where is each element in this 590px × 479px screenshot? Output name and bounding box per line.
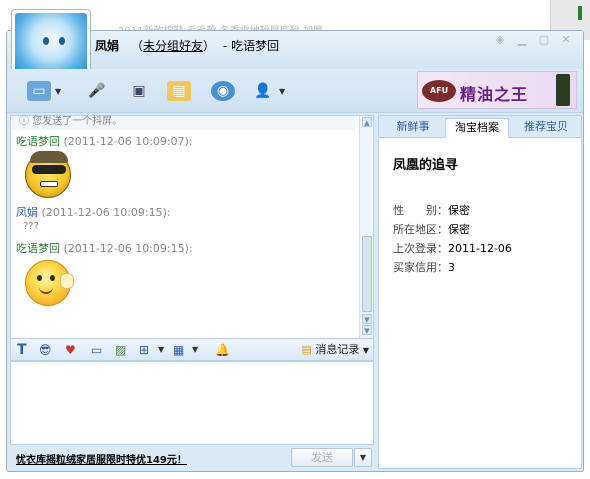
screenshot-icon[interactable]: ⊞ [139, 342, 149, 358]
info-label: 上次登录： [393, 242, 448, 255]
message-header: 吃语梦回 (2011-12-06 10:09:15): [16, 240, 193, 256]
tab-news[interactable]: 新鲜事 [385, 118, 441, 138]
right-panel: 新鲜事 淘宝档案 推荐宝贝 凤凰的追寻 性 别：保密 所在地区：保密 上次登录：… [378, 115, 582, 469]
file-transfer-icon[interactable]: ▭ [27, 81, 51, 101]
bottle-icon [556, 74, 570, 106]
scroll-up-icon[interactable]: ▲ [362, 117, 372, 127]
info-row-last-login: 上次登录：2011-12-06 [393, 240, 512, 256]
bell-icon[interactable]: 🔔 [215, 342, 230, 358]
emoticon-sunglasses [32, 165, 66, 174]
message-time: (2011-12-06 10:09:15): [63, 242, 193, 255]
info-row-gender: 性 别：保密 [393, 202, 470, 218]
system-note: ⓘ 您发送了一个抖屏。 [11, 116, 355, 130]
info-label: 性 别： [393, 204, 448, 217]
info-value: 保密 [448, 204, 470, 217]
title-bar[interactable]: 凤娟 （未分组好友） - 吃语梦回 ◈ ▁ ▢ ✕ [7, 31, 583, 69]
minimize-button[interactable]: ▁ [513, 33, 531, 47]
shy-face-emoticon-icon [25, 260, 74, 306]
message-header: 凤娟 (2011-12-06 10:09:15): [16, 204, 171, 220]
info-label: 买家信用： [393, 261, 448, 274]
scroll-thumb[interactable] [362, 236, 372, 312]
window-controls: ◈ ▁ ▢ ✕ [491, 33, 575, 47]
ad-text: 精油之王 [460, 85, 529, 104]
ad-banner[interactable]: AFU 精油之王 [417, 71, 577, 109]
emoticon-hand [60, 273, 74, 289]
message-input[interactable] [10, 361, 374, 445]
paren-close: ） [203, 39, 216, 53]
avatar-right-eye [59, 37, 65, 45]
font-icon[interactable]: T [17, 342, 27, 358]
promo-link[interactable]: 忧衣库摇粒绒家居服限时特优149元！ [16, 451, 187, 466]
chat-history[interactable]: ⓘ 您发送了一个抖屏。 吃语梦回 (2011-12-06 10:09:07): … [10, 115, 374, 339]
message-header: 吃语梦回 (2011-12-06 10:09:07): [16, 133, 193, 149]
send-options-chevron-down-icon[interactable]: ▼ [354, 448, 372, 467]
emoticon-mouth [40, 181, 58, 187]
message-history-button[interactable]: ▤ 消息记录 ▼ [301, 342, 369, 359]
message-folder-icon[interactable]: ▤ [167, 81, 191, 101]
self-name: - 吃语梦回 [223, 37, 279, 54]
voice-icon[interactable]: 🎤 [85, 81, 109, 101]
chat-window: 凤娟 （未分组好友） - 吃语梦回 ◈ ▁ ▢ ✕ ▭ ▼ 🎤 ▣ ▤ ◉ � [6, 9, 584, 472]
info-value: 3 [448, 261, 455, 274]
chevron-down-icon: ▼ [362, 346, 369, 355]
chevron-down-icon[interactable]: ▼ [158, 342, 164, 358]
format-toolbar: T 😎 ♥ ▭ ▨ ⊞ ▼ ▦ ▼ 🔔 ▤ 消息记录 ▼ [10, 339, 374, 361]
tab-taobao-profile[interactable]: 淘宝档案 [445, 118, 509, 138]
message-time: (2011-12-06 10:09:15): [41, 206, 171, 219]
contact-group[interactable]: （未分组好友） [131, 37, 215, 54]
self-name-text: 吃语梦回 [231, 39, 280, 53]
emoticon-right-eye [50, 275, 55, 281]
info-row-credit: 买家信用：3 [393, 259, 455, 275]
message-sender[interactable]: 吃语梦回 [16, 242, 60, 255]
info-label: 所在地区： [393, 223, 448, 236]
message-time: (2011-12-06 10:09:07): [63, 135, 193, 148]
history-label: 消息记录 [315, 343, 360, 356]
title-separator: - [223, 39, 232, 53]
magic-emoticon-icon[interactable]: ♥ [65, 342, 76, 358]
calendar-icon[interactable]: ▦ [173, 342, 184, 358]
system-note-text: 您发送了一个抖屏。 [32, 116, 123, 127]
close-button[interactable]: ✕ [557, 33, 575, 47]
emoticon-helmet [30, 151, 68, 163]
chevron-down-icon[interactable]: ▼ [279, 87, 285, 96]
shake-window-icon[interactable]: ▭ [91, 342, 102, 358]
chat-scrollbar[interactable]: ▲ ▼ ▼ [359, 116, 373, 338]
paren-open: （ [131, 39, 144, 53]
skin-icon[interactable]: ◈ [491, 33, 509, 47]
info-row-region: 所在地区：保密 [393, 221, 470, 237]
background-marker [578, 6, 582, 20]
avatar-left-eye [43, 37, 49, 45]
tab-recommended[interactable]: 推荐宝贝 [513, 118, 579, 138]
qq-penguin-avatar-icon [15, 13, 87, 73]
screen: 2011新款棉鞋 毛毛靴 冬季雪地靴厚底靴 加厚... 凤娟 （未分组好友） -… [0, 0, 590, 479]
cool-face-emoticon-icon [25, 151, 71, 198]
message-sender[interactable]: 吃语梦回 [16, 135, 60, 148]
remote-assist-icon[interactable]: 👤 [251, 81, 275, 101]
globe-icon[interactable]: ◉ [211, 81, 235, 101]
shop-title: 凤凰的追寻 [393, 158, 459, 173]
avatar[interactable] [11, 9, 91, 77]
info-value: 保密 [448, 223, 470, 236]
ad-logo: AFU [422, 80, 456, 102]
bottom-bar: 忧衣库摇粒绒家居服限时特优149元！ 发送 ▼ [10, 445, 374, 469]
contact-name[interactable]: 凤娟 [95, 37, 119, 54]
scroll-down-icon[interactable]: ▼ [362, 314, 372, 324]
message-text: ??? [23, 221, 39, 232]
send-button[interactable]: 发送 [291, 448, 353, 467]
right-panel-tabs: 新鲜事 淘宝档案 推荐宝贝 [379, 116, 581, 138]
history-icon: ▤ [301, 343, 312, 356]
chevron-down-icon[interactable]: ▼ [192, 342, 198, 358]
message-sender[interactable]: 凤娟 [16, 206, 38, 219]
video-icon[interactable]: ▣ [127, 81, 151, 101]
chevron-down-icon[interactable]: ▼ [55, 87, 61, 96]
emoticon-mouth [39, 287, 53, 294]
scroll-bottom-icon[interactable]: ▼ [362, 325, 372, 335]
image-icon[interactable]: ▨ [115, 342, 126, 358]
emoji-icon[interactable]: 😎 [39, 342, 52, 358]
emoticon-left-eye [37, 275, 42, 281]
contact-group-link[interactable]: 未分组好友 [143, 39, 203, 53]
main-toolbar: ▭ ▼ 🎤 ▣ ▤ ◉ 👤 ▼ AFU 精油之王 [7, 69, 583, 113]
info-value: 2011-12-06 [448, 242, 512, 255]
maximize-button[interactable]: ▢ [535, 33, 553, 47]
